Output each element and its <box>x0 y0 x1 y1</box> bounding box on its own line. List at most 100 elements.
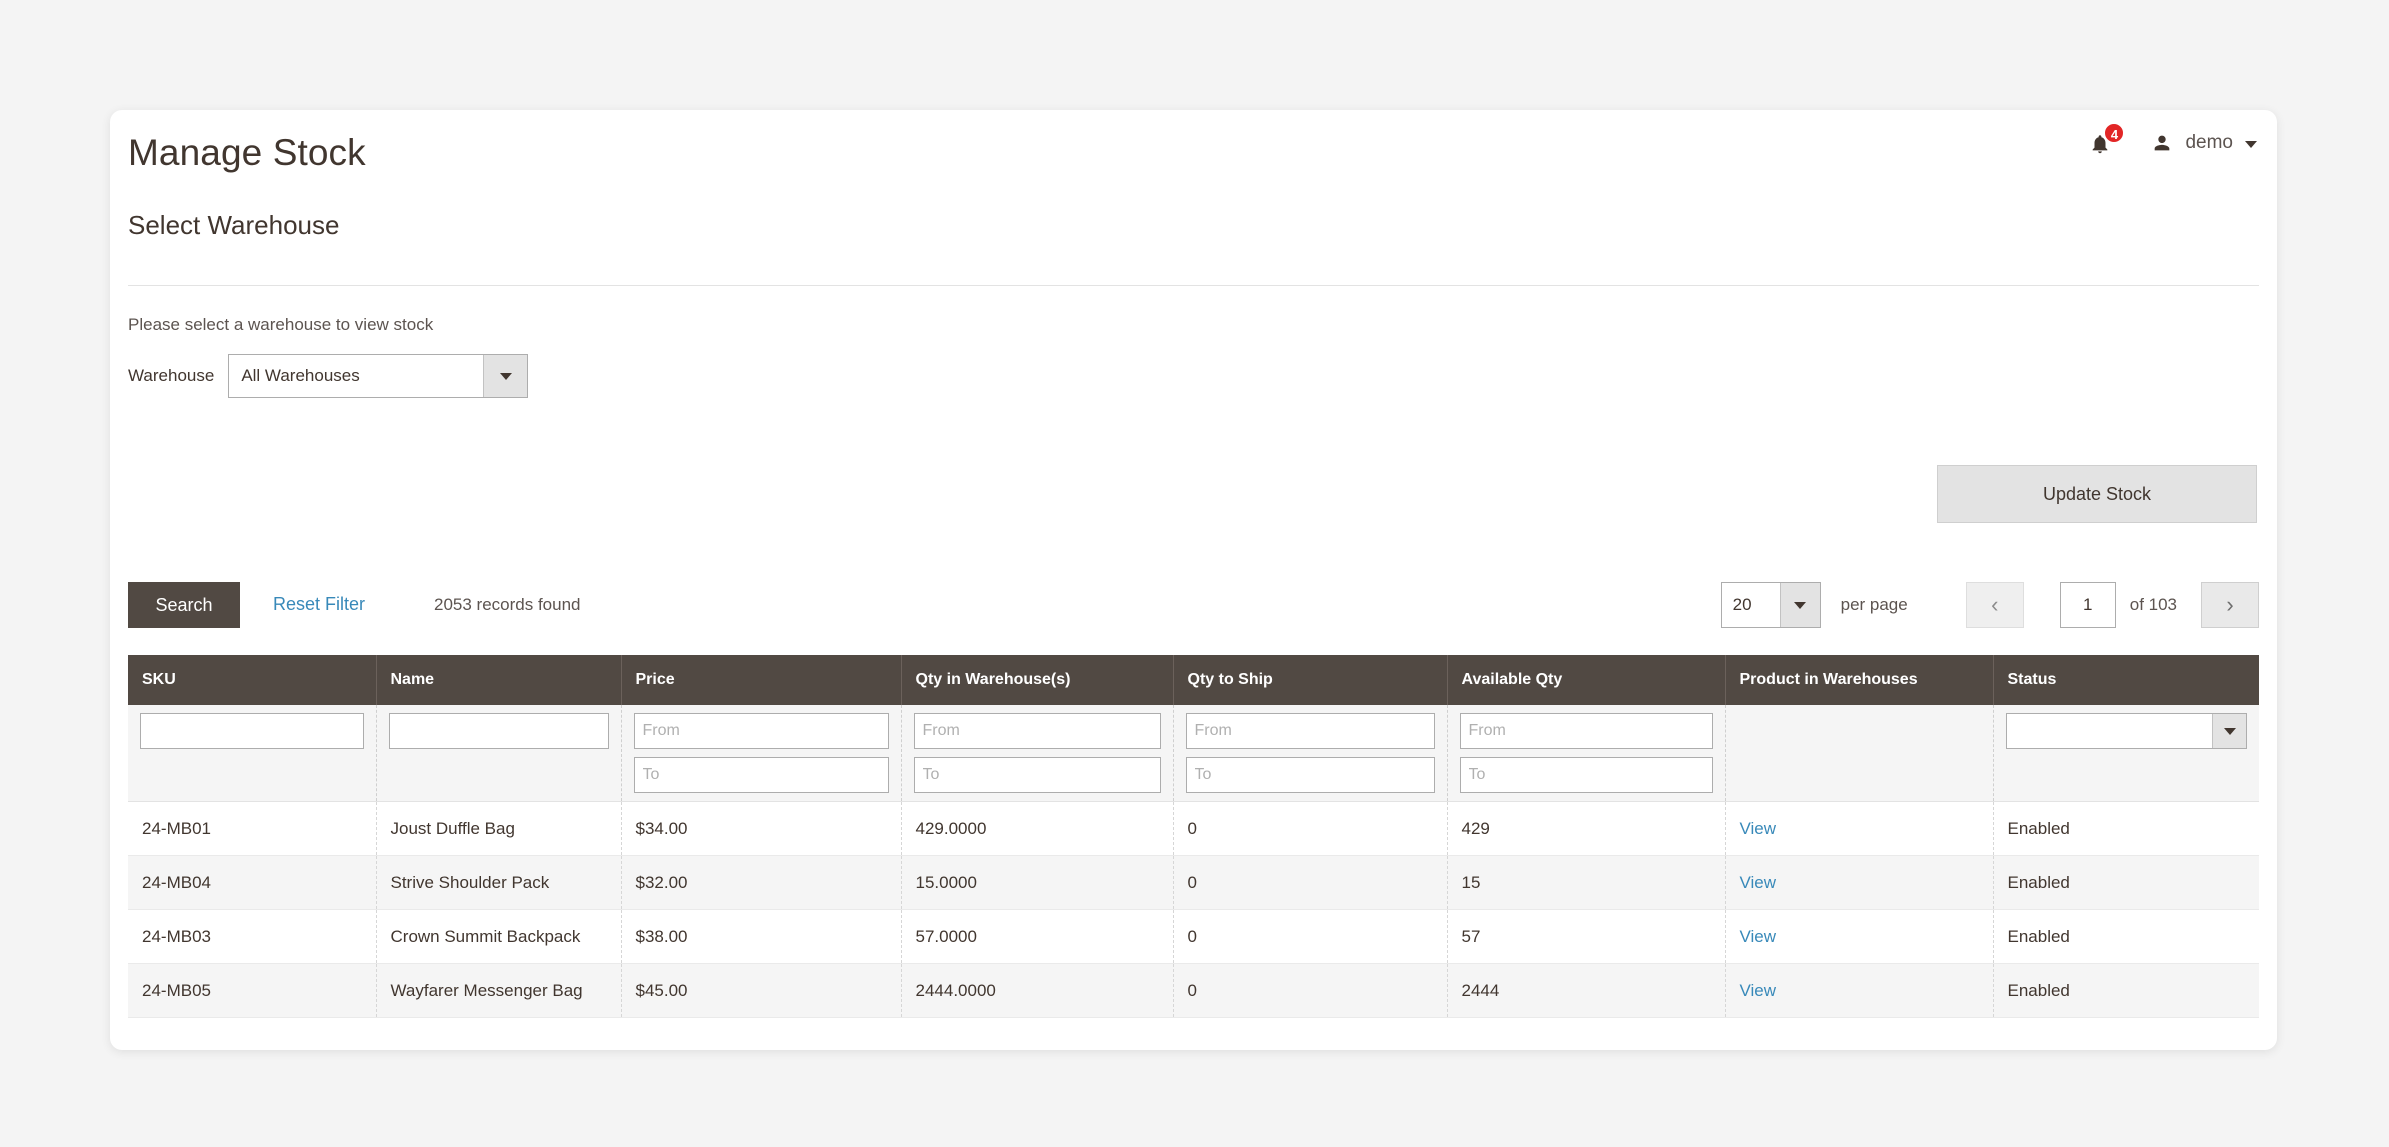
manage-stock-card: Manage Stock 4 demo Select Warehouse Ple… <box>110 110 2277 1050</box>
column-header-price[interactable]: Price <box>621 655 902 705</box>
cell-status: Enabled <box>1993 909 2259 964</box>
notification-badge: 4 <box>2103 122 2126 144</box>
view-link[interactable]: View <box>1740 981 1777 1000</box>
cell-qty-in-warehouses: 2444.0000 <box>901 963 1174 1018</box>
cell-qty-in-warehouses: 429.0000 <box>901 801 1174 856</box>
filter-status-select[interactable] <box>2005 713 2247 749</box>
view-link[interactable]: View <box>1740 927 1777 946</box>
cell-qty-to-ship: 0 <box>1173 963 1448 1018</box>
column-header-available-qty[interactable]: Available Qty <box>1447 655 1726 705</box>
user-name: demo <box>2185 132 2233 153</box>
cell-sku: 24-MB01 <box>128 801 377 856</box>
cell-qty-to-ship: 0 <box>1173 801 1448 856</box>
page-root: Manage Stock 4 demo Select Warehouse Ple… <box>0 0 2389 1147</box>
view-link[interactable]: View <box>1740 819 1777 838</box>
cell-name: Crown Summit Backpack <box>376 909 622 964</box>
records-found-label: 2053 records found <box>434 595 581 614</box>
cell-qty-in-warehouses: 15.0000 <box>901 855 1174 910</box>
warehouse-label: Warehouse <box>128 366 215 385</box>
per-page-value: 20 <box>1732 595 1752 614</box>
filter-cell-available-qty <box>1447 705 1726 802</box>
cell-price: $38.00 <box>621 909 902 964</box>
table-row[interactable]: 24-MB05 Wayfarer Messenger Bag $45.00 24… <box>128 963 2259 1018</box>
previous-page-button[interactable]: ‹ <box>1965 582 2024 628</box>
filter-available-to-input[interactable] <box>1459 757 1713 793</box>
cell-status: Enabled <box>1993 963 2259 1018</box>
cell-status: Enabled <box>1993 801 2259 856</box>
filter-price-from-input[interactable] <box>633 713 889 749</box>
column-header-qty-to-ship[interactable]: Qty to Ship <box>1173 655 1448 705</box>
cell-product-in-warehouses: View <box>1725 855 1994 910</box>
cell-sku: 24-MB03 <box>128 909 377 964</box>
filter-cell-product-in-warehouses <box>1725 705 1994 802</box>
cell-available-qty: 15 <box>1447 855 1726 910</box>
cell-available-qty: 429 <box>1447 801 1726 856</box>
cell-product-in-warehouses: View <box>1725 963 1994 1018</box>
chevron-down-icon <box>1779 583 1820 627</box>
cell-price: $32.00 <box>621 855 902 910</box>
cell-available-qty: 57 <box>1447 909 1726 964</box>
filter-qty-ship-from-input[interactable] <box>1185 713 1435 749</box>
warehouse-hint: Please select a warehouse to view stock <box>128 315 434 334</box>
cell-available-qty: 2444 <box>1447 963 1726 1018</box>
reset-filter-link[interactable]: Reset Filter <box>273 594 365 615</box>
cell-name: Strive Shoulder Pack <box>376 855 622 910</box>
filter-available-from-input[interactable] <box>1459 713 1713 749</box>
table-row[interactable]: 24-MB04 Strive Shoulder Pack $32.00 15.0… <box>128 855 2259 910</box>
cell-name: Wayfarer Messenger Bag <box>376 963 622 1018</box>
column-header-status[interactable]: Status <box>1993 655 2259 705</box>
filter-sku-input[interactable] <box>140 713 364 749</box>
search-button[interactable]: Search <box>128 582 240 628</box>
filter-qty-warehouse-to-input[interactable] <box>913 757 1161 793</box>
column-header-qty-in-warehouses[interactable]: Qty in Warehouse(s) <box>901 655 1174 705</box>
chevron-down-icon <box>2212 714 2246 748</box>
filter-qty-warehouse-from-input[interactable] <box>913 713 1161 749</box>
cell-name: Joust Duffle Bag <box>376 801 622 856</box>
per-page-label: per page <box>1840 595 1908 614</box>
total-pages-label: of 103 <box>2129 595 2177 614</box>
notifications-button[interactable]: 4 <box>2087 122 2126 160</box>
chevron-down-icon <box>483 355 528 397</box>
warehouse-select-value: All Warehouses <box>241 366 360 385</box>
user-area: 4 demo <box>2087 122 2257 160</box>
table-row[interactable]: 24-MB01 Joust Duffle Bag $34.00 429.0000… <box>128 801 2259 856</box>
filter-price-to-input[interactable] <box>633 757 889 793</box>
view-link[interactable]: View <box>1740 873 1777 892</box>
chevron-left-icon: ‹ <box>1991 592 1999 617</box>
filter-qty-ship-to-input[interactable] <box>1185 757 1435 793</box>
avatar-icon <box>2151 132 2173 154</box>
filter-cell-qty-in-warehouses <box>901 705 1174 802</box>
cell-product-in-warehouses: View <box>1725 909 1994 964</box>
warehouse-row: Warehouse All Warehouses <box>128 354 529 398</box>
cell-qty-to-ship: 0 <box>1173 855 1448 910</box>
column-header-name[interactable]: Name <box>376 655 622 705</box>
chevron-down-icon <box>2245 140 2257 148</box>
section-title: Select Warehouse <box>128 210 340 240</box>
cell-price: $45.00 <box>621 963 902 1018</box>
table-row[interactable]: 24-MB03 Crown Summit Backpack $38.00 57.… <box>128 909 2259 964</box>
update-stock-button[interactable]: Update Stock <box>1937 465 2257 523</box>
column-header-product-in-warehouses[interactable]: Product in Warehouses <box>1725 655 1994 705</box>
filter-cell-status <box>1993 705 2259 802</box>
cell-sku: 24-MB05 <box>128 963 377 1018</box>
grid-header-row: SKU Name Price Qty in Warehouse(s) Qty t… <box>128 655 2259 705</box>
filter-cell-qty-to-ship <box>1173 705 1448 802</box>
cell-sku: 24-MB04 <box>128 855 377 910</box>
page-title: Manage Stock <box>128 132 366 173</box>
cell-qty-to-ship: 0 <box>1173 909 1448 964</box>
per-page-select[interactable]: 20 <box>1720 582 1821 628</box>
cell-qty-in-warehouses: 57.0000 <box>901 909 1174 964</box>
filter-name-input[interactable] <box>388 713 609 749</box>
cell-status: Enabled <box>1993 855 2259 910</box>
warehouse-select[interactable]: All Warehouses <box>228 354 529 398</box>
page-number-input[interactable] <box>2059 582 2116 628</box>
filter-cell-name <box>376 705 622 802</box>
next-page-button[interactable]: › <box>2201 582 2259 628</box>
user-menu[interactable]: demo <box>2151 132 2257 154</box>
cell-price: $34.00 <box>621 801 902 856</box>
column-header-sku[interactable]: SKU <box>128 655 377 705</box>
cell-product-in-warehouses: View <box>1725 801 1994 856</box>
grid-filter-row <box>128 705 2259 802</box>
pagination: 20 per page ‹ of 103 › <box>1720 582 2259 628</box>
grid-toolbar: Search Reset Filter 2053 records found 2… <box>128 582 2259 628</box>
